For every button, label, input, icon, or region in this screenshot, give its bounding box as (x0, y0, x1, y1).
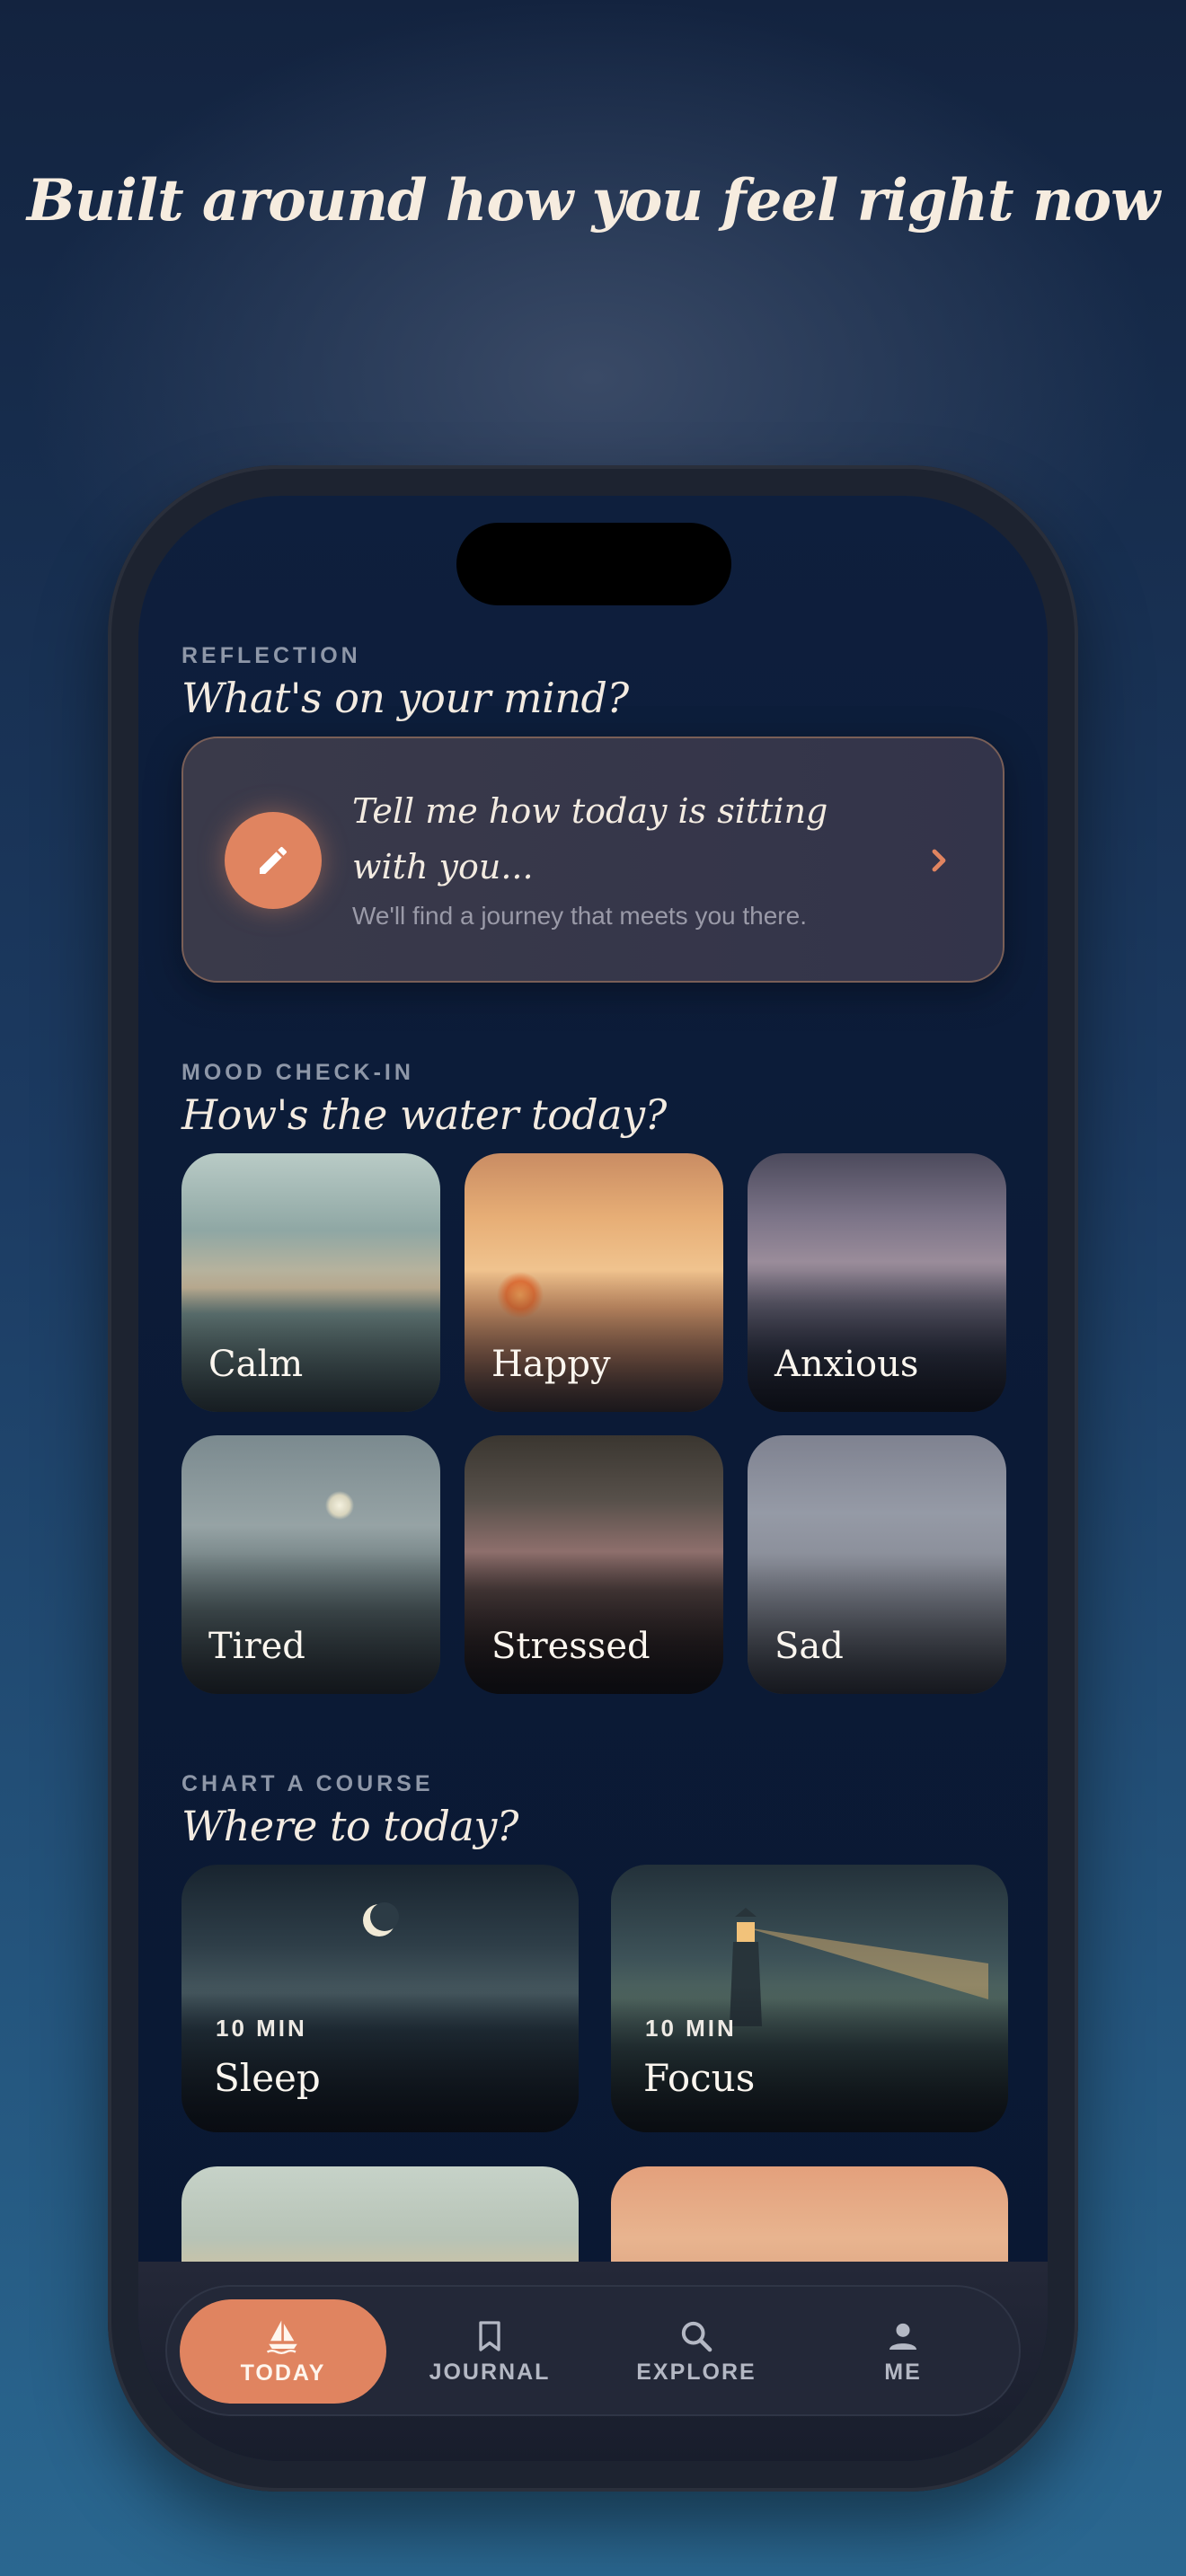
mood-label: Anxious (774, 1344, 919, 1385)
reflection-title: What's on your mind? (181, 674, 629, 722)
tab-journal[interactable]: JOURNAL (386, 2299, 593, 2404)
tab-label: TODAY (240, 2360, 326, 2386)
phone-frame: REFLECTION What's on your mind? Tell me … (108, 465, 1078, 2492)
mood-label: Stressed (491, 1626, 651, 1667)
course-duration: 10 MIN (645, 2015, 737, 2042)
search-icon (681, 2321, 712, 2351)
tab-label: EXPLORE (636, 2359, 757, 2385)
mood-label: Happy (491, 1344, 611, 1385)
course-card-focus[interactable]: 10 MIN Focus (611, 1865, 1008, 2132)
pencil-icon (260, 846, 287, 874)
mood-label: Calm (208, 1344, 304, 1385)
tab-bar: TODAY JOURNAL EXPLORE ME (165, 2285, 1021, 2416)
reflection-prompt: Tell me how today is sitting with you... (352, 791, 828, 887)
mood-tile-sad[interactable]: Sad (748, 1435, 1006, 1694)
course-label: Focus (643, 2056, 756, 2100)
chevron-right-icon (927, 844, 952, 877)
mood-tile-happy[interactable]: Happy (465, 1153, 723, 1412)
tab-label: JOURNAL (429, 2359, 551, 2385)
sailboat-icon (266, 2320, 297, 2354)
mood-label: Sad (774, 1626, 844, 1667)
course-title: Where to today? (181, 1802, 518, 1850)
mood-eyebrow: MOOD CHECK-IN (181, 1060, 414, 1085)
reflection-card[interactable]: Tell me how today is sitting with you...… (181, 737, 1005, 983)
moon-icon (363, 1902, 399, 1936)
tab-label: ME (884, 2359, 922, 2385)
pencil-button[interactable] (225, 812, 322, 909)
bookmark-icon (479, 2320, 500, 2351)
dynamic-island (456, 523, 731, 605)
course-eyebrow: CHART A COURSE (181, 1771, 434, 1796)
reflection-eyebrow: REFLECTION (181, 643, 361, 668)
mood-tile-stressed[interactable]: Stressed (465, 1435, 723, 1694)
course-label: Sleep (214, 2056, 321, 2100)
reflection-subtitle: We'll find a journey that meets you ther… (352, 902, 807, 930)
tab-explore[interactable]: EXPLORE (593, 2299, 800, 2404)
app-screen: REFLECTION What's on your mind? Tell me … (138, 496, 1048, 2461)
mood-tile-calm[interactable]: Calm (181, 1153, 440, 1412)
person-icon (890, 2323, 916, 2350)
tab-today[interactable]: TODAY (180, 2299, 386, 2404)
mood-title: How's the water today? (181, 1090, 667, 1139)
marketing-headline: Built around how you feel right now (26, 167, 1160, 234)
course-card-sleep[interactable]: 10 MIN Sleep (181, 1865, 579, 2132)
tab-me[interactable]: ME (800, 2299, 1006, 2404)
course-duration: 10 MIN (216, 2015, 307, 2042)
mood-tile-anxious[interactable]: Anxious (748, 1153, 1006, 1412)
mood-tile-tired[interactable]: Tired (181, 1435, 440, 1694)
mood-label: Tired (208, 1626, 305, 1667)
